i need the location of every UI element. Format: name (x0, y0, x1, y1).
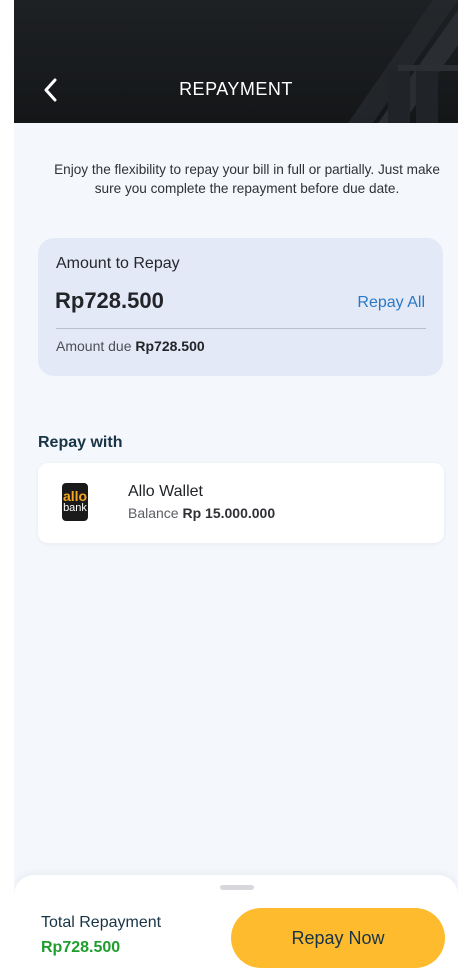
drag-handle[interactable] (220, 885, 254, 890)
amount-due-value: Rp728.500 (135, 338, 205, 354)
total-repayment-value: Rp728.500 (41, 939, 121, 956)
app-frame: REPAYMENT Enjoy the flexibility to repay… (14, 0, 458, 980)
header-decoration (348, 0, 458, 123)
balance-label: Balance (128, 505, 179, 521)
card-divider (56, 328, 426, 329)
amount-due-label: Amount due (56, 338, 132, 354)
amount-card: Amount to Repay Rp728.500 Repay All Amou… (38, 238, 443, 376)
total-repayment-label: Total Repayment (41, 914, 162, 931)
page-title: REPAYMENT (179, 79, 293, 99)
logo-text-allo: allo (62, 488, 88, 504)
amount-label: Amount to Repay (56, 255, 180, 272)
bottom-sheet: Total Repayment Rp728.500 Repay Now (14, 875, 458, 980)
balance-value: Rp 15.000.000 (182, 505, 276, 521)
repay-with-title: Repay with (38, 434, 123, 451)
intro-text: Enjoy the flexibility to repay your bill… (54, 162, 440, 196)
wallet-name: Allo Wallet (128, 483, 203, 500)
allo-bank-logo: allo bank (62, 483, 88, 521)
wallet-balance: Balance Rp 15.000.000 (128, 505, 275, 521)
logo-text-bank: bank (63, 502, 87, 514)
repay-now-button[interactable]: Repay Now (231, 908, 445, 968)
amount-due: Amount due Rp728.500 (56, 338, 205, 354)
amount-value: Rp728.500 (55, 288, 164, 313)
app-header: REPAYMENT (14, 0, 458, 123)
payment-method-allo-wallet[interactable]: allo bank Allo Wallet Balance Rp 15.000.… (38, 463, 444, 543)
repay-all-link[interactable]: Repay All (357, 294, 425, 312)
